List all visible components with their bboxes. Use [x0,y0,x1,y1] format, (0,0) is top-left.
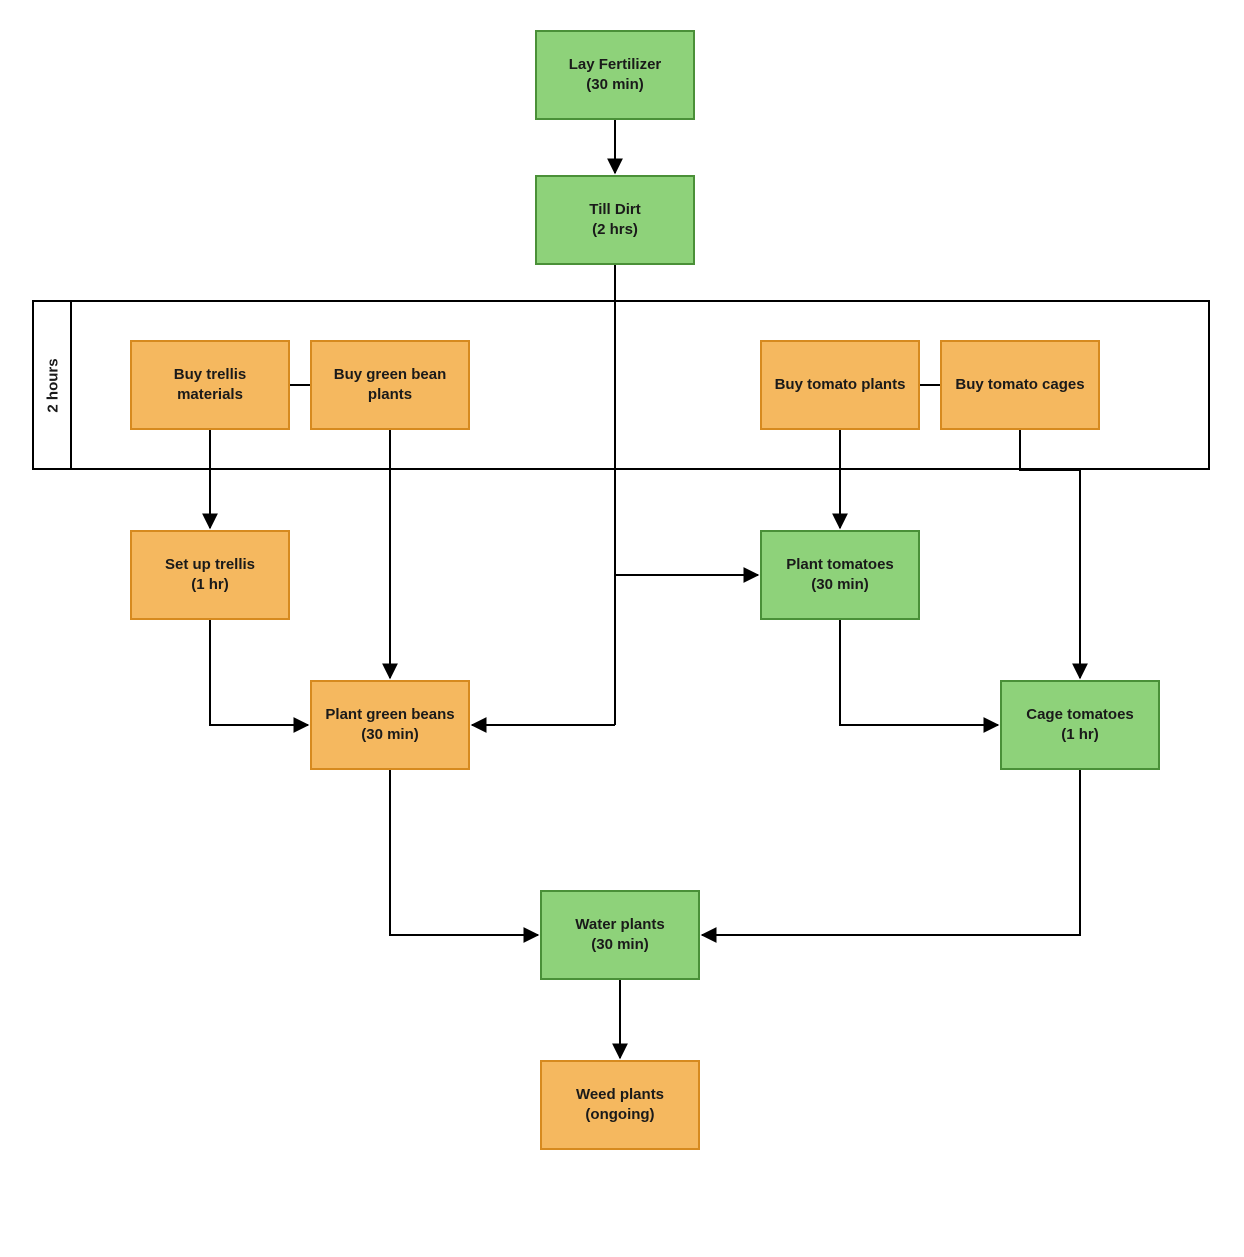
node-weed-plants: Weed plants (ongoing) [540,1060,700,1150]
node-setup-trellis: Set up trellis (1 hr) [130,530,290,620]
edge-plant-tomatoes-to-cage [840,620,998,725]
edge-setup-to-plant-green-beans [210,620,308,725]
node-plant-tomatoes: Plant tomatoes (30 min) [760,530,920,620]
node-text: Buy tomato plants [775,375,906,395]
node-text: Buy tomato cages [955,375,1084,395]
node-text: Set up trellis (1 hr) [165,555,255,596]
edge-cage-to-water [702,770,1080,935]
node-text: Buy green bean plants [322,365,458,406]
node-till-dirt: Till Dirt (2 hrs) [535,175,695,265]
node-text: Weed plants (ongoing) [576,1085,664,1126]
node-buy-tomato-cages: Buy tomato cages [940,340,1100,430]
node-cage-tomatoes: Cage tomatoes (1 hr) [1000,680,1160,770]
node-water-plants: Water plants (30 min) [540,890,700,980]
node-text: Buy trellis materials [142,365,278,406]
node-text: Lay Fertilizer (30 min) [569,55,662,96]
flowchart-canvas: 2 hours Lay Fertilizer (30 min) Till Dir… [0,0,1244,1257]
group-label-cell: 2 hours [32,300,72,470]
node-text: Till Dirt (2 hrs) [589,200,640,241]
node-lay-fertilizer: Lay Fertilizer (30 min) [535,30,695,120]
node-text: Water plants (30 min) [575,915,664,956]
node-plant-green-beans: Plant green beans (30 min) [310,680,470,770]
node-buy-tomato-plants: Buy tomato plants [760,340,920,430]
edge-plant-green-beans-to-water [390,770,538,935]
node-buy-trellis: Buy trellis materials [130,340,290,430]
group-label: 2 hours [45,358,62,412]
node-text: Plant green beans (30 min) [325,705,454,746]
node-buy-green-beans: Buy green bean plants [310,340,470,430]
node-text: Plant tomatoes (30 min) [786,555,894,596]
node-text: Cage tomatoes (1 hr) [1026,705,1134,746]
